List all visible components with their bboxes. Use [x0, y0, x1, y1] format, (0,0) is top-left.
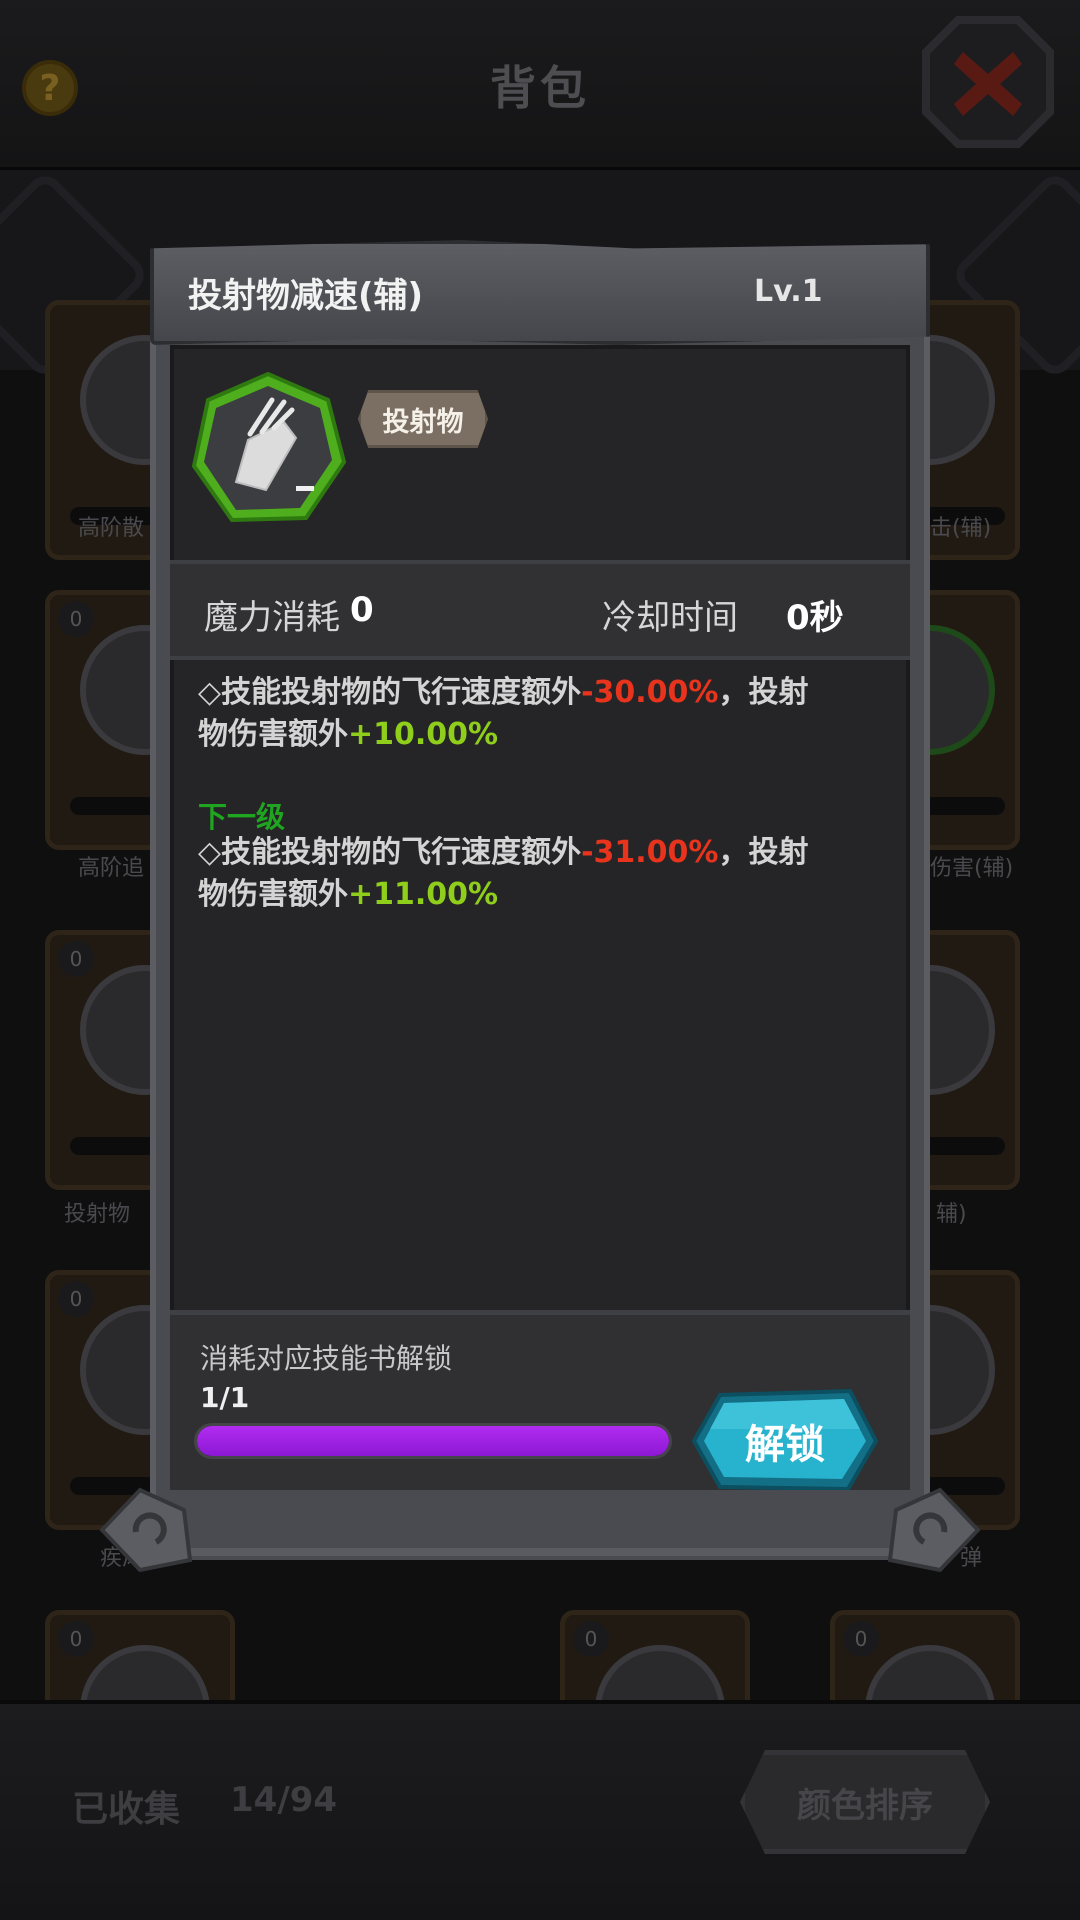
mana-cost-value: 0: [350, 590, 374, 630]
progress-text: 1/1: [200, 1381, 250, 1414]
card-label: 伤害(辅): [930, 856, 1014, 881]
card-label: 高阶散: [78, 516, 145, 541]
color-sort-button[interactable]: 颜色排序: [740, 1750, 990, 1854]
mana-cost-label: 魔力消耗: [204, 598, 340, 638]
next-level-label: 下一级: [198, 800, 286, 834]
background-header: ? 背包: [0, 0, 1080, 170]
speed-modifier-value: -31.00%: [581, 835, 719, 870]
cooldown-label: 冷却时间: [602, 598, 738, 638]
skill-detail-dialog: 投射物减速(辅) Lv.1 投射物 魔力消耗 0 冷却时间 0秒 ◇技能投射物的…: [100, 230, 980, 1573]
card-label: 投射物: [64, 1202, 131, 1227]
unlock-section: 消耗对应技能书解锁 1/1 解锁: [170, 1310, 910, 1492]
stats-row: 魔力消耗 0 冷却时间 0秒: [170, 560, 910, 660]
collected-count: 14/94: [230, 1780, 338, 1820]
skill-tag: 投射物: [358, 390, 488, 448]
card-label: 高阶追: [78, 856, 145, 881]
skill-level: Lv.1: [754, 274, 823, 309]
bottom-bar: 已收集 14/94 颜色排序: [0, 1700, 1080, 1920]
progress-fill: [197, 1426, 669, 1456]
card-label: 辅): [936, 1202, 967, 1227]
next-effect-description: ◇技能投射物的飞行速度额外-31.00%，投射 物伤害额外+11.00%: [198, 835, 809, 912]
unlock-hint: 消耗对应技能书解锁: [200, 1342, 453, 1375]
skill-title: 投射物减速(辅): [188, 276, 424, 316]
card-label: 击(辅): [930, 516, 992, 541]
close-button[interactable]: [918, 12, 1058, 152]
speed-modifier-value: -30.00%: [581, 675, 719, 710]
collected-label: 已收集: [72, 1789, 181, 1830]
dialog-footer-ornament: [100, 1487, 980, 1573]
skillbook-progress-bar: [194, 1423, 672, 1459]
cooldown-value: 0秒: [786, 598, 844, 638]
projectile-slow-icon: [191, 371, 347, 523]
damage-modifier-value: +11.00%: [348, 877, 499, 912]
current-effect-description: ◇技能投射物的飞行速度额外-30.00%，投射 物伤害额外+10.00%: [198, 675, 809, 752]
damage-modifier-value: +10.00%: [348, 717, 499, 752]
